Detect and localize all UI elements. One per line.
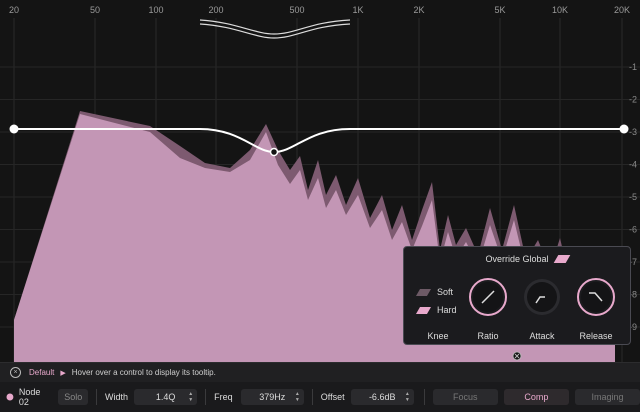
node-color-icon <box>6 393 14 401</box>
node-handle-right[interactable] <box>619 124 629 134</box>
freq-axis-label: 50 <box>90 5 100 15</box>
tab-imaging[interactable]: Imaging <box>574 389 640 405</box>
divider <box>311 389 313 405</box>
freq-axis-label: 20K <box>614 5 630 15</box>
db-axis-label: -5 <box>629 192 637 202</box>
offset-label: Offset <box>320 392 345 402</box>
play-arrow-icon: ▶ <box>60 369 66 377</box>
attack-knob[interactable] <box>522 277 562 317</box>
node-handle-center[interactable] <box>269 147 279 157</box>
divider <box>423 389 425 405</box>
freq-axis-label: 100 <box>148 5 163 15</box>
db-axis-label: -2 <box>629 95 637 105</box>
tab-focus[interactable]: Focus <box>432 389 498 405</box>
release-label: Release <box>579 331 613 341</box>
freq-axis-label: 1K <box>352 5 363 15</box>
stepper-icon[interactable]: ▲ ▼ <box>188 391 193 403</box>
width-field[interactable]: 1.4Q ▲ ▼ <box>134 389 198 405</box>
freq-field[interactable]: 379Hz ▲ ▼ <box>240 389 304 405</box>
offset-field[interactable]: -6.6dB ▲ ▼ <box>350 389 414 405</box>
ratio-knob[interactable] <box>468 277 508 317</box>
solo-button[interactable]: Solo <box>58 389 89 405</box>
divider <box>96 389 98 405</box>
override-global-label: Override Global <box>485 254 549 264</box>
knee-soft-option[interactable]: Soft <box>415 287 453 297</box>
freq-axis-label: 20 <box>9 5 19 15</box>
tooltip-bar: × Default ▶ Hover over a control to disp… <box>0 362 640 382</box>
knee-soft-swatch <box>415 289 432 297</box>
release-knob[interactable] <box>576 277 616 317</box>
freq-axis-label: 2K <box>413 5 424 15</box>
tooltip-message: Hover over a control to display its tool… <box>71 368 216 377</box>
node-name[interactable]: Node 02 <box>19 387 53 407</box>
close-icon[interactable]: × <box>10 367 21 378</box>
node-settings-bar: Node 02 Solo Width 1.4Q ▲ ▼ Freq 379Hz ▲ ▼ O… <box>0 382 640 412</box>
tab-comp[interactable]: Comp <box>503 389 569 405</box>
attack-label: Attack <box>529 331 555 341</box>
db-axis-label: -4 <box>629 160 637 170</box>
freq-axis-label: 10K <box>552 5 568 15</box>
divider <box>205 389 207 405</box>
freq-axis-label: 200 <box>208 5 223 15</box>
freq-axis-label: 500 <box>289 5 304 15</box>
compressor-panel: Override Global Soft Hard Knee Ratio Att… <box>403 246 631 345</box>
stepper-icon[interactable]: ▲ ▼ <box>405 391 410 403</box>
db-axis-label: -6 <box>629 225 637 235</box>
ratio-label: Ratio <box>477 331 499 341</box>
width-label: Width <box>105 392 129 402</box>
node-handle-left[interactable] <box>9 124 19 134</box>
db-axis-label: -3 <box>629 127 637 137</box>
freq-label: Freq <box>214 392 233 402</box>
knee-hard-option[interactable]: Hard <box>415 305 457 315</box>
stepper-icon[interactable]: ▲ ▼ <box>295 391 300 403</box>
db-axis-label: -1 <box>629 62 637 72</box>
knee-hard-swatch <box>415 307 432 315</box>
freq-axis-label: 5K <box>494 5 505 15</box>
preset-name[interactable]: Default <box>29 368 54 377</box>
close-icon[interactable] <box>512 351 522 361</box>
